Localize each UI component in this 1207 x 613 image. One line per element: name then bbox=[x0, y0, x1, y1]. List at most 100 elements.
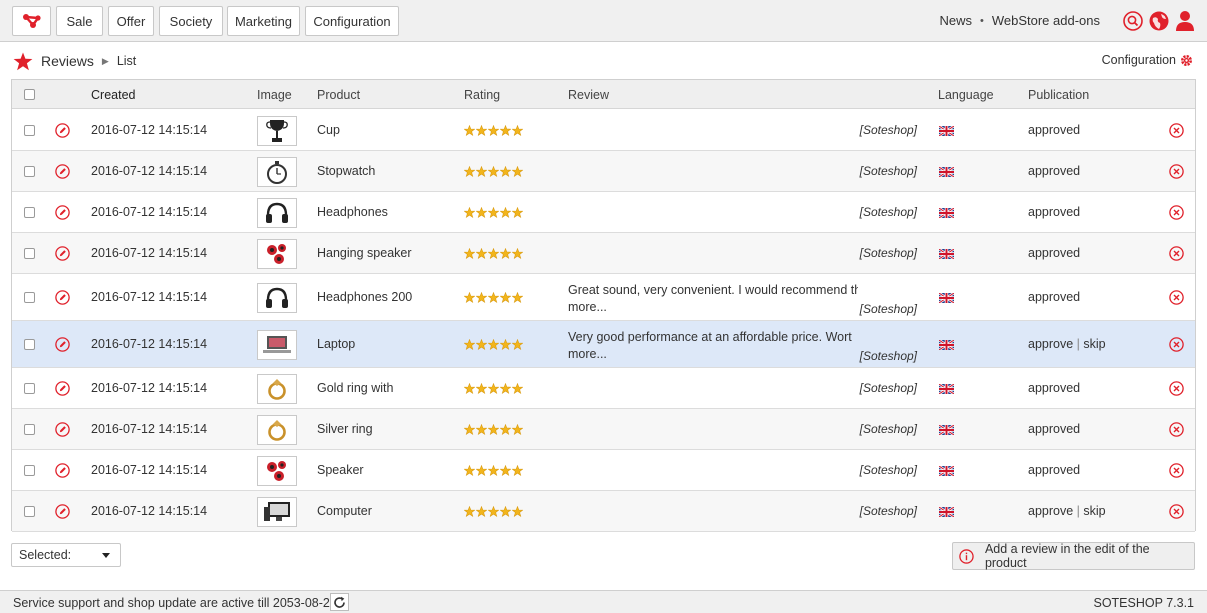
row-checkbox[interactable] bbox=[24, 383, 35, 394]
rating-star-icon bbox=[464, 207, 475, 218]
table-row[interactable]: 2016-07-12 14:15:14 Cup [Soteshop] approved bbox=[12, 110, 1195, 151]
webstore-addons-link[interactable]: WebStore add-ons bbox=[992, 13, 1100, 28]
edit-icon[interactable] bbox=[55, 164, 70, 179]
rating-star-icon bbox=[500, 248, 511, 259]
delete-icon[interactable] bbox=[1169, 290, 1184, 305]
add-review-label: Add a review in the edit of the product bbox=[984, 542, 1150, 570]
row-checkbox[interactable] bbox=[24, 248, 35, 259]
news-link[interactable]: News bbox=[939, 13, 972, 28]
table-row[interactable]: 2016-07-12 14:15:14 Stopwatch [Soteshop] ap… bbox=[12, 151, 1195, 192]
uk-flag-icon bbox=[939, 293, 954, 303]
configuration-link[interactable]: Configuration bbox=[1102, 53, 1193, 67]
user-icon[interactable] bbox=[1174, 10, 1195, 31]
delete-icon[interactable] bbox=[1169, 463, 1184, 478]
cup-thumbnail[interactable] bbox=[257, 116, 297, 146]
product-name[interactable]: Speaker bbox=[317, 463, 364, 477]
approve-link[interactable]: approve bbox=[1028, 337, 1073, 351]
publication-status: approved bbox=[1028, 290, 1081, 304]
delete-icon[interactable] bbox=[1169, 164, 1184, 179]
row-checkbox[interactable] bbox=[24, 465, 35, 476]
row-checkbox[interactable] bbox=[24, 339, 35, 350]
edit-icon[interactable] bbox=[55, 381, 70, 396]
edit-icon[interactable] bbox=[55, 337, 70, 352]
nav-society[interactable]: Society bbox=[159, 6, 223, 36]
search-icon[interactable] bbox=[1122, 10, 1143, 31]
add-review-button[interactable]: Add a review in the edit of the product bbox=[952, 542, 1195, 570]
edit-icon[interactable] bbox=[55, 290, 70, 305]
delete-icon[interactable] bbox=[1169, 337, 1184, 352]
globe-icon[interactable] bbox=[1148, 10, 1169, 31]
delete-icon[interactable] bbox=[1169, 504, 1184, 519]
approve-link[interactable]: approve bbox=[1028, 504, 1073, 518]
table-row[interactable]: 2016-07-12 14:15:14 Headphones 200 Great s… bbox=[12, 274, 1195, 321]
nav-sale[interactable]: Sale bbox=[56, 6, 103, 36]
refresh-button[interactable] bbox=[330, 593, 349, 611]
table-row[interactable]: 2016-07-12 14:15:14 Gold ring with [Sotesh… bbox=[12, 368, 1195, 409]
col-rating[interactable]: Rating bbox=[464, 88, 500, 102]
product-name[interactable]: Gold ring with bbox=[317, 381, 393, 395]
delete-icon[interactable] bbox=[1169, 123, 1184, 138]
review-more-link[interactable]: more... bbox=[568, 299, 858, 316]
uk-flag-icon bbox=[939, 340, 954, 350]
table-row[interactable]: 2016-07-12 14:15:14 Hanging speaker [Sotes… bbox=[12, 233, 1195, 274]
stopwatch-thumbnail[interactable] bbox=[257, 157, 297, 187]
product-name[interactable]: Hanging speaker bbox=[317, 246, 412, 260]
row-checkbox[interactable] bbox=[24, 292, 35, 303]
edit-icon[interactable] bbox=[55, 123, 70, 138]
table-row[interactable]: 2016-07-12 14:15:14 Speaker [Soteshop] appr… bbox=[12, 450, 1195, 491]
headphones-thumbnail[interactable] bbox=[257, 198, 297, 228]
row-checkbox[interactable] bbox=[24, 166, 35, 177]
product-name[interactable]: Computer bbox=[317, 504, 372, 518]
rating-stars bbox=[464, 166, 523, 177]
review-more-link[interactable]: more... bbox=[568, 346, 858, 363]
logo-button[interactable] bbox=[12, 6, 51, 36]
ring-thumbnail[interactable] bbox=[257, 415, 297, 445]
product-name[interactable]: Headphones bbox=[317, 205, 388, 219]
rating-star-icon bbox=[476, 465, 487, 476]
rating-star-icon bbox=[476, 292, 487, 303]
product-name[interactable]: Laptop bbox=[317, 337, 355, 351]
product-name[interactable]: Silver ring bbox=[317, 422, 373, 436]
review-text: Very good performance at an affordable p… bbox=[568, 329, 858, 363]
row-checkbox[interactable] bbox=[24, 424, 35, 435]
skip-link[interactable]: skip bbox=[1083, 504, 1105, 518]
product-name[interactable]: Stopwatch bbox=[317, 164, 375, 178]
delete-icon[interactable] bbox=[1169, 381, 1184, 396]
delete-icon[interactable] bbox=[1169, 422, 1184, 437]
breadcrumb-reviews[interactable]: Reviews bbox=[41, 53, 94, 69]
speaker-thumbnail[interactable] bbox=[257, 239, 297, 269]
delete-icon[interactable] bbox=[1169, 205, 1184, 220]
rating-stars bbox=[464, 339, 523, 350]
skip-link[interactable]: skip bbox=[1083, 337, 1105, 351]
col-publication[interactable]: Publication bbox=[1028, 88, 1089, 102]
product-name[interactable]: Cup bbox=[317, 123, 340, 137]
row-checkbox[interactable] bbox=[24, 125, 35, 136]
computer-thumbnail[interactable] bbox=[257, 497, 297, 527]
col-language[interactable]: Language bbox=[938, 88, 994, 102]
edit-icon[interactable] bbox=[55, 205, 70, 220]
col-created[interactable]: Created bbox=[91, 88, 135, 102]
headphones-thumbnail[interactable] bbox=[257, 283, 297, 313]
delete-icon[interactable] bbox=[1169, 246, 1184, 261]
speaker-thumbnail[interactable] bbox=[257, 456, 297, 486]
edit-icon[interactable] bbox=[55, 463, 70, 478]
ring-thumbnail[interactable] bbox=[257, 374, 297, 404]
laptop-thumbnail[interactable] bbox=[257, 330, 297, 360]
col-review: Review bbox=[568, 88, 609, 102]
table-row[interactable]: 2016-07-12 14:15:14 Computer [Soteshop] app… bbox=[12, 491, 1195, 532]
row-checkbox[interactable] bbox=[24, 207, 35, 218]
product-name[interactable]: Headphones 200 bbox=[317, 290, 412, 304]
bulk-action-select[interactable]: Selected: bbox=[11, 543, 121, 567]
nav-marketing[interactable]: Marketing bbox=[227, 6, 300, 36]
col-product[interactable]: Product bbox=[317, 88, 360, 102]
nav-offer[interactable]: Offer bbox=[108, 6, 154, 36]
table-row[interactable]: 2016-07-12 14:15:14 Silver ring [Soteshop]… bbox=[12, 409, 1195, 450]
edit-icon[interactable] bbox=[55, 246, 70, 261]
select-all-checkbox[interactable] bbox=[24, 89, 35, 100]
table-row[interactable]: 2016-07-12 14:15:14 Headphones [Soteshop] a… bbox=[12, 192, 1195, 233]
edit-icon[interactable] bbox=[55, 504, 70, 519]
nav-configuration[interactable]: Configuration bbox=[305, 6, 399, 36]
edit-icon[interactable] bbox=[55, 422, 70, 437]
row-checkbox[interactable] bbox=[24, 506, 35, 517]
table-row[interactable]: 2016-07-12 14:15:14 Laptop Very good perfo… bbox=[12, 321, 1195, 368]
